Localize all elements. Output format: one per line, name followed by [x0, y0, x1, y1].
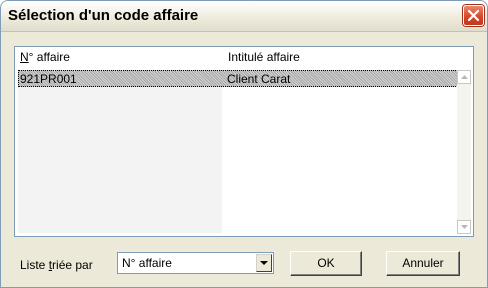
column-header-numero-accesskey: N: [20, 50, 29, 64]
row-name: Client Carat: [227, 72, 291, 86]
column-header-numero-label: ° affaire: [28, 50, 70, 64]
sort-label-rest: riée par: [52, 258, 93, 272]
close-button[interactable]: [463, 5, 484, 26]
cancel-button[interactable]: Annuler: [386, 251, 460, 276]
row-code: 921PR001: [20, 72, 77, 86]
affaire-list[interactable]: N° affaire Intitulé affaire 921PR001 Cli…: [14, 46, 474, 237]
title-bar[interactable]: Sélection d'un code affaire: [1, 1, 487, 32]
sort-select[interactable]: N° affaire: [117, 252, 274, 274]
sort-label: Liste triée par: [20, 258, 93, 272]
dialog-window: Sélection d'un code affaire N° affaire I…: [0, 0, 488, 288]
list-body: 921PR001 Client Carat: [18, 70, 458, 233]
vertical-scrollbar[interactable]: [457, 70, 471, 234]
chevron-down-icon: [461, 225, 468, 229]
sort-dropdown-button[interactable]: [256, 254, 272, 272]
column-header-intitule[interactable]: Intitulé affaire: [228, 47, 300, 67]
sort-select-value: N° affaire: [122, 256, 172, 270]
column-header-numero[interactable]: N° affaire: [20, 47, 70, 67]
ok-button[interactable]: OK: [290, 251, 362, 276]
chevron-up-icon: [461, 75, 468, 79]
scroll-up-button[interactable]: [457, 70, 471, 84]
scroll-down-button[interactable]: [457, 220, 471, 234]
list-row-selected[interactable]: 921PR001 Client Carat: [18, 70, 458, 87]
sort-label-prefix: Liste: [20, 258, 49, 272]
chevron-down-icon: [260, 261, 268, 265]
list-column-background: [18, 70, 222, 233]
dialog-title: Sélection d'un code affaire: [8, 7, 199, 24]
close-icon: [468, 10, 479, 21]
